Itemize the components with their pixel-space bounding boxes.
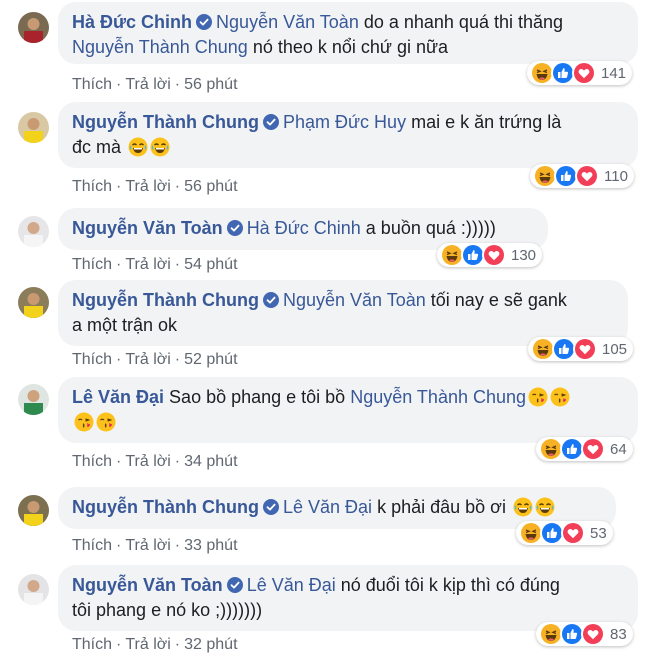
tears-of-joy-icon [150,137,170,157]
verified-badge-icon [263,499,279,515]
mention-link[interactable]: Nguyễn Thành Chung [350,387,526,407]
comment-text: nó theo k nổi chứ gi nữa [252,37,449,57]
reaction-count: 83 [610,625,627,643]
avatar[interactable] [18,287,49,318]
mention-link[interactable]: Phạm Đức Huy [283,112,406,132]
like-link[interactable]: Thích [72,537,112,555]
comment-actions: Thích · Trả lời · 33 phút [72,537,238,555]
reply-link[interactable]: Trả lời [125,351,170,369]
comment-author[interactable]: Nguyễn Văn Toàn [72,575,223,595]
comment-bubble: Hà Đức Chinh Nguyễn Văn Toàn do a nhanh q… [58,2,638,64]
comment-author[interactable]: Nguyễn Thành Chung [72,497,259,517]
timestamp[interactable]: 33 phút [184,537,237,555]
kissing-heart-icon [96,412,116,432]
comment-text: mai e k ăn trứng là [411,112,562,132]
timestamp[interactable]: 34 phút [184,453,237,471]
avatar[interactable] [18,216,49,247]
reply-link[interactable]: Trả lời [125,537,170,555]
comment-actions: Thích · Trả lời · 52 phút [72,351,238,369]
reply-link[interactable]: Trả lời [125,453,170,471]
mention-link[interactable]: Hà Đức Chinh [247,218,361,238]
reactions-summary[interactable]: 141 [527,61,633,85]
tears-of-joy-icon [128,137,148,157]
verified-badge-icon [227,577,243,593]
love-icon [581,622,605,646]
avatar[interactable] [18,384,49,415]
verified-badge-icon [263,114,279,130]
comment-text: k phải đâu bồ ơi [377,497,506,517]
mention-link[interactable]: Lê Văn Đại [247,575,336,595]
avatar[interactable] [18,574,49,605]
reaction-count: 105 [602,340,628,358]
love-icon [561,521,585,545]
timestamp[interactable]: 52 phút [184,351,237,369]
comment-author[interactable]: Nguyễn Văn Toàn [72,218,223,238]
like-link[interactable]: Thích [72,636,112,654]
kissing-heart-icon [528,387,548,407]
reply-link[interactable]: Trả lời [125,256,170,274]
reactions-summary[interactable]: 83 [536,622,633,646]
comment-text: do a nhanh quá thi thăng [363,12,564,32]
comment-text: a một trận ok [72,315,178,335]
timestamp[interactable]: 32 phút [184,636,237,654]
comment-bubble: Nguyễn Thành Chung Phạm Đức Huy mai e k ă… [58,102,638,168]
love-icon [575,164,599,188]
comment-author[interactable]: Nguyễn Thành Chung [72,112,259,132]
comment-bubble: Lê Văn Đại Sao bồ phang e tôi bồ Nguyễn … [58,377,638,443]
love-icon [581,437,605,461]
comment-actions: Thích · Trả lời · 34 phút [72,453,238,471]
reply-link[interactable]: Trả lời [125,76,170,94]
comment-text: a buồn quá :))))) [365,218,496,238]
reply-link[interactable]: Trả lời [125,178,170,196]
mention-link[interactable]: Nguyễn Thành Chung [72,37,248,57]
tears-of-joy-icon [535,497,555,517]
tears-of-joy-icon [513,497,533,517]
like-link[interactable]: Thích [72,256,112,274]
kissing-heart-icon [74,412,94,432]
comment-actions: Thích · Trả lời · 54 phút [72,256,238,274]
timestamp[interactable]: 56 phút [184,76,237,94]
reaction-count: 110 [604,167,628,185]
comment-author[interactable]: Lê Văn Đại [72,387,164,407]
timestamp[interactable]: 54 phút [184,256,237,274]
comment-author[interactable]: Nguyễn Thành Chung [72,290,259,310]
avatar[interactable] [18,495,49,526]
reactions-summary[interactable]: 105 [528,337,634,361]
reactions-summary[interactable]: 130 [437,243,543,267]
comment-text: Sao bồ phang e tôi bồ [169,387,346,407]
like-link[interactable]: Thích [72,178,112,196]
mention-link[interactable]: Nguyễn Văn Toàn [216,12,359,32]
comment-text: tối nay e sẽ gank [430,290,567,310]
reactions-summary[interactable]: 110 [530,164,634,188]
reaction-count: 130 [511,246,537,264]
love-icon [482,243,506,267]
comment-actions: Thích · Trả lời · 56 phút [72,76,238,94]
avatar[interactable] [18,12,49,43]
verified-badge-icon [263,292,279,308]
love-icon [573,337,597,361]
reaction-count: 64 [610,440,627,458]
comment-text: nó đuổi tôi k kịp thì có đúng [340,575,560,595]
verified-badge-icon [196,14,212,30]
reactions-summary[interactable]: 64 [536,437,633,461]
reply-link[interactable]: Trả lời [125,636,170,654]
comment-author[interactable]: Hà Đức Chinh [72,12,192,32]
comment-text: đc mà [72,137,122,157]
reaction-count: 53 [590,524,607,542]
reaction-count: 141 [601,64,627,82]
kissing-heart-icon [550,387,570,407]
comment-text: tôi phang e nó ko ;))))))) [72,600,263,620]
like-link[interactable]: Thích [72,76,112,94]
comment-actions: Thích · Trả lời · 56 phút [72,178,238,196]
mention-link[interactable]: Nguyễn Văn Toàn [283,290,426,310]
reactions-summary[interactable]: 53 [516,521,613,545]
like-link[interactable]: Thích [72,351,112,369]
mention-link[interactable]: Lê Văn Đại [283,497,372,517]
like-link[interactable]: Thích [72,453,112,471]
love-icon [572,61,596,85]
avatar[interactable] [18,112,49,143]
comment-actions: Thích · Trả lời · 32 phút [72,636,238,654]
timestamp[interactable]: 56 phút [184,178,237,196]
verified-badge-icon [227,220,243,236]
